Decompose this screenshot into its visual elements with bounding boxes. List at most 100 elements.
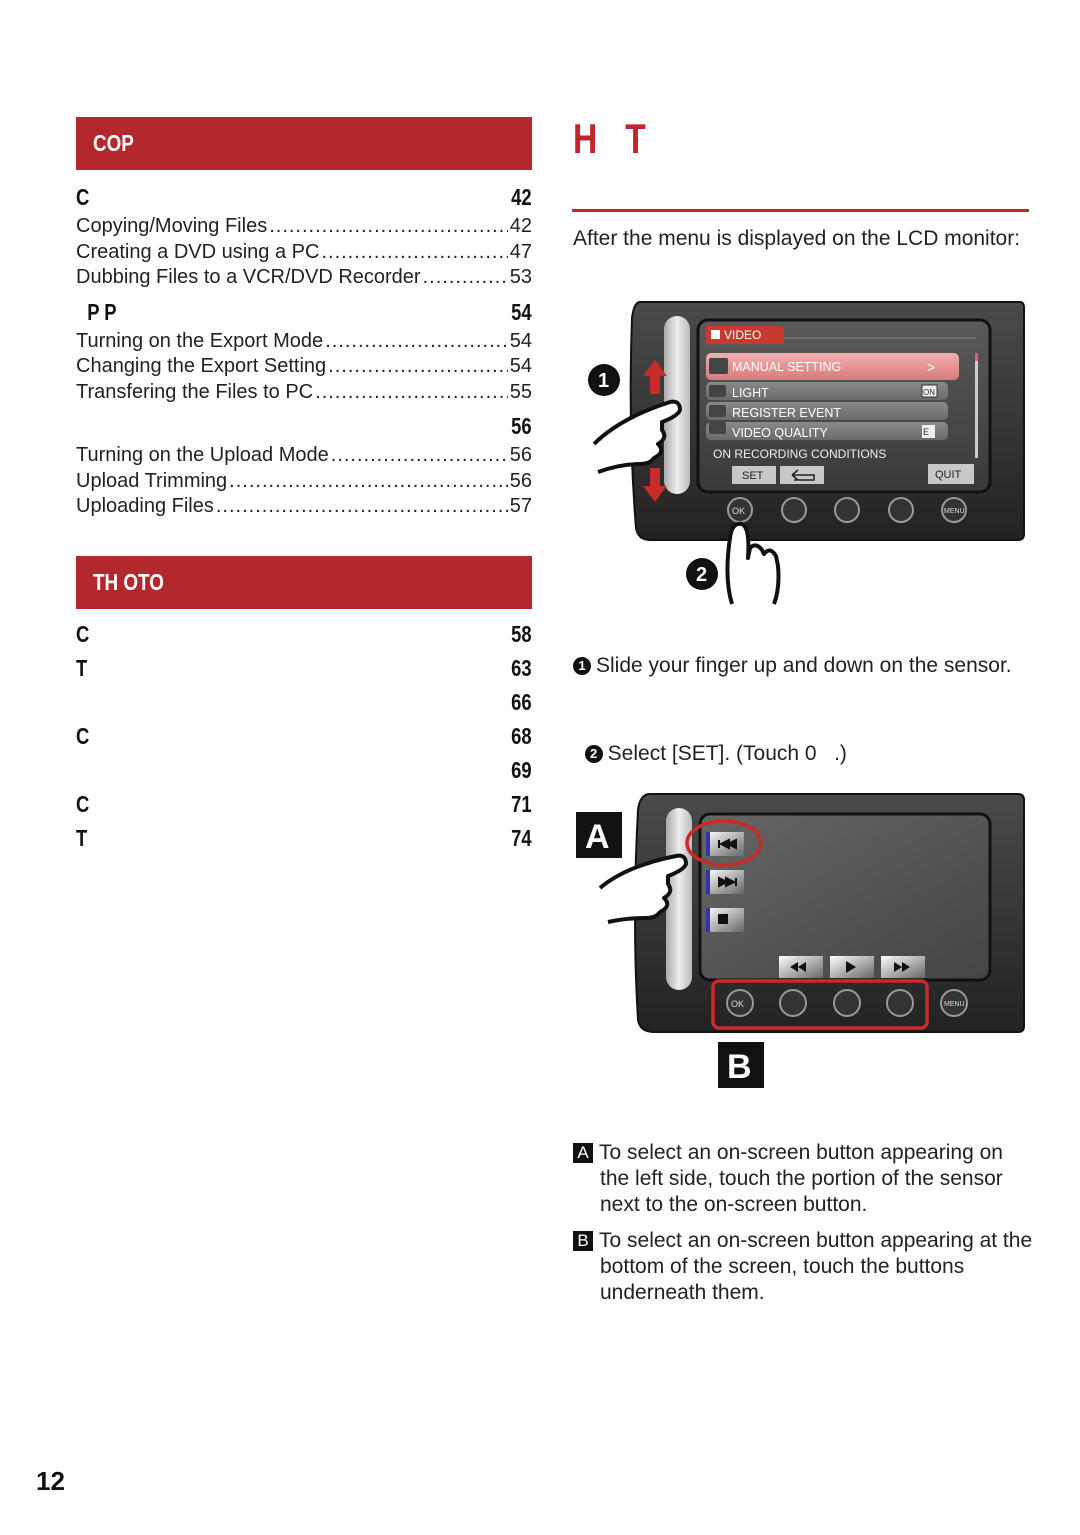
skip-forward-button (706, 870, 744, 894)
toc-heading-title: C (76, 722, 90, 749)
toc-item[interactable]: Creating a DVD using a PC 47 (76, 240, 532, 266)
page-title-text: H T (573, 115, 646, 162)
toc-item-label: Dubbing Files to a VCR/DVD Recorder (76, 266, 421, 288)
leader-dots (321, 240, 507, 266)
section-header-other: TH OTO (76, 555, 532, 609)
toc-group-heading[interactable]: C 58 (76, 617, 532, 651)
ok-label: OK (732, 506, 745, 516)
note-text: To select an on-screen button appearing … (599, 1229, 1033, 1304)
toc-heading-page: 42 (511, 184, 532, 210)
hw-button-3 (834, 497, 860, 523)
toc-heading-page: 58 (511, 620, 532, 647)
toc-item-page: 42 (509, 215, 532, 237)
step-text: Select [SET]. (Touch 0 .) (607, 742, 847, 765)
toc-item-label: Turning on the Export Mode (76, 329, 324, 352)
toc-group-heading[interactable]: 66 (76, 685, 532, 719)
toc-item-page: 47 (509, 240, 532, 263)
toc-group-heading[interactable]: C 71 (76, 787, 532, 821)
toc-group-heading[interactable]: C 42 (76, 180, 532, 214)
menu-item-label: MANUAL SETTING (732, 360, 841, 374)
toc-heading-page: 74 (511, 824, 532, 851)
toc-item-page: 57 (509, 495, 532, 517)
toc-group-heading[interactable]: P P 54 (76, 295, 532, 329)
callout-2-label: 2 (696, 564, 707, 586)
toc-heading-page: 54 (511, 298, 532, 325)
toc-heading-page: 63 (511, 654, 532, 681)
toc-item-page: 54 (509, 329, 532, 352)
quality-badge: E (923, 427, 929, 437)
toc-item[interactable]: Dubbing Files to a VCR/DVD Recorder 53 (76, 265, 532, 291)
toc-item-label: Copying/Moving Files (76, 215, 268, 237)
tab-video-label: VIDEO (724, 328, 761, 342)
toc-item-label: Transfering the Files to PC (76, 380, 314, 403)
menu-item-label: REGISTER EVENT (732, 406, 841, 420)
toc-item-label: Turning on the Upload Mode (76, 444, 329, 466)
stop-button (706, 908, 744, 932)
callout-a-label: A (585, 818, 610, 856)
leader-dots (229, 469, 508, 495)
toc-item-page: 56 (509, 469, 532, 492)
on-badge: ON (923, 388, 935, 397)
menu-item-label: VIDEO QUALITY (732, 426, 829, 440)
toc-item-page: 54 (509, 355, 532, 377)
video-camera-icon (711, 330, 720, 339)
toc-group-heading[interactable]: T 74 (76, 821, 532, 855)
section-title: COP (93, 130, 134, 156)
lcd-menu-illustration: VIDEO MANUAL SETTING > LIGHT ON REGISTER… (588, 301, 1025, 605)
toc-item[interactable]: Changing the Export Setting 54 (76, 354, 532, 380)
leader-dots (269, 214, 508, 240)
intro-text: After the menu is displayed on the LCD m… (573, 227, 1021, 250)
leader-dots (216, 494, 508, 520)
step-text: Slide your finger up and down on the sen… (596, 654, 1012, 677)
step-1: 1 Slide your finger up and down on the se… (573, 653, 1033, 679)
section-header-copy: COP (76, 117, 532, 170)
leader-dots (423, 265, 508, 291)
note-text: To select an on-screen button appearing … (599, 1141, 1003, 1216)
toc-item[interactable]: Turning on the Upload Mode 56 (76, 443, 532, 469)
toc-item[interactable]: Turning on the Export Mode 54 (76, 329, 532, 355)
toc-heading-page: 56 (511, 413, 532, 439)
rewind-button (779, 956, 823, 978)
toc-heading-page: 69 (511, 756, 532, 783)
play-button (830, 956, 874, 978)
step-number-2: 2 (584, 745, 603, 763)
toc-item[interactable]: Copying/Moving Files 42 (76, 214, 532, 240)
ok-label: OK (731, 999, 744, 1009)
toc-item[interactable]: Transfering the Files to PC 55 (76, 380, 532, 406)
toc-item-label: Uploading Files (76, 495, 214, 517)
toc-heading-title: C (76, 790, 90, 817)
toc-group-heading[interactable]: C 68 (76, 719, 532, 753)
toc-group-heading[interactable]: 56 (76, 409, 532, 443)
toc-group-heading[interactable]: 69 (76, 753, 532, 787)
leader-dots (328, 354, 508, 380)
toc-item-page: 53 (509, 266, 532, 288)
toc-heading-page: 68 (511, 722, 532, 749)
toc-group-heading[interactable]: T 63 (76, 651, 532, 685)
leader-dots (331, 443, 508, 469)
hw-button-2 (781, 497, 807, 523)
toc-item-label: Changing the Export Setting (76, 355, 327, 377)
page-number: 12 (36, 1466, 65, 1496)
toc-item[interactable]: Uploading Files 57 (76, 494, 532, 520)
hw-button-4 (888, 497, 914, 523)
light-icon (709, 385, 726, 397)
quit-label: QUIT (935, 469, 962, 481)
menu-item-label: LIGHT (732, 386, 769, 400)
toc-heading-title: C (76, 620, 90, 647)
toc-item-label: Creating a DVD using a PC (76, 240, 320, 263)
callout-1-label: 1 (598, 370, 609, 392)
hw-button-3 (833, 989, 861, 1017)
toc-heading-page: 66 (511, 688, 532, 715)
toc-heading-page: 71 (511, 790, 532, 817)
hw-button-4 (886, 989, 914, 1017)
set-label: SET (742, 470, 764, 482)
skip-back-button (706, 832, 744, 856)
register-event-icon (709, 405, 726, 417)
menu-label: MENU (944, 1001, 965, 1008)
toc-heading-title: T (76, 654, 88, 681)
toc-item[interactable]: Upload Trimming 56 (76, 469, 532, 495)
page-title: H T (573, 115, 664, 163)
menu-hint: ON RECORDING CONDITIONS (713, 447, 886, 461)
leader-dots (325, 329, 508, 355)
manual-setting-icon (709, 358, 728, 374)
